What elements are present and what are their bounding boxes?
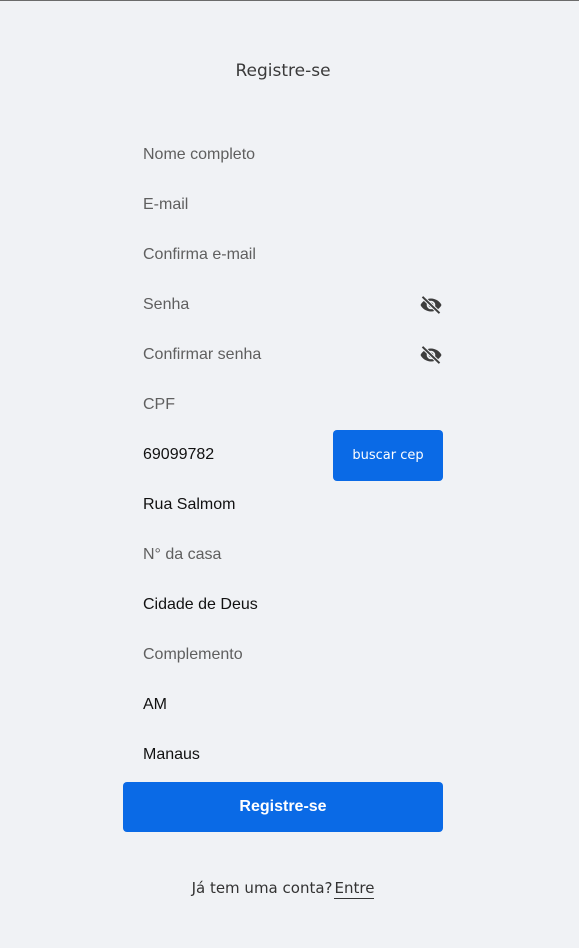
cep-field: buscar cep (123, 430, 443, 481)
cpf-field (123, 380, 443, 430)
eye-slash-icon[interactable] (419, 295, 443, 315)
register-button[interactable]: Registre-se (123, 782, 443, 832)
login-prompt: Já tem uma conta? Entre (0, 879, 566, 899)
neighborhood-field (123, 580, 443, 630)
house-number-input[interactable] (123, 530, 443, 580)
cpf-input[interactable] (123, 380, 443, 430)
street-input[interactable] (123, 480, 443, 530)
neighborhood-input[interactable] (123, 580, 443, 630)
complement-field (123, 630, 443, 680)
complement-input[interactable] (123, 630, 443, 680)
confirm-password-input[interactable] (123, 330, 443, 380)
confirm-email-input[interactable] (123, 230, 443, 280)
name-input[interactable] (123, 130, 443, 180)
search-cep-button[interactable]: buscar cep (333, 430, 443, 481)
city-field (123, 730, 443, 780)
state-field (123, 680, 443, 730)
confirm-password-field (123, 330, 443, 380)
register-form: buscar cep (123, 130, 443, 780)
house-number-field (123, 530, 443, 580)
email-input[interactable] (123, 180, 443, 230)
page-title: Registre-se (235, 61, 331, 81)
cep-input[interactable] (123, 430, 323, 480)
name-field (123, 130, 443, 180)
login-question: Já tem uma conta? (191, 879, 333, 897)
password-field (123, 280, 443, 330)
city-input[interactable] (123, 730, 443, 780)
street-field (123, 480, 443, 530)
email-field (123, 180, 443, 230)
confirm-email-field (123, 230, 443, 280)
state-input[interactable] (123, 680, 443, 730)
eye-slash-icon[interactable] (419, 345, 443, 365)
password-input[interactable] (123, 280, 443, 330)
login-link[interactable]: Entre (334, 879, 375, 899)
